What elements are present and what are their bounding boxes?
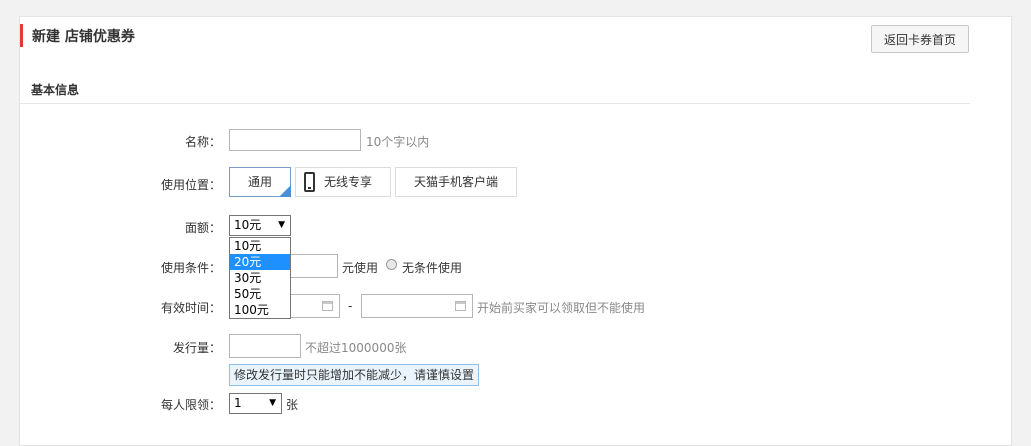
section-divider: [19, 103, 970, 104]
section-title: 基本信息: [31, 83, 80, 97]
quantity-hint-number: 1000000: [341, 341, 395, 355]
denomination-option-50[interactable]: 50元: [230, 286, 290, 302]
validity-hint: 开始前买家可以领取但不能使用: [477, 301, 646, 315]
calendar-icon[interactable]: [322, 301, 333, 311]
position-option-general-label: 通用: [247, 175, 272, 189]
quantity-hint: 不超过1000000张: [305, 339, 406, 356]
quantity-tip: 修改发行量时只能增加不能减少，请谨慎设置: [229, 364, 480, 386]
position-option-tmall-app[interactable]: 天猫手机客户端: [395, 167, 517, 197]
denomination-select[interactable]: 10元 ▼: [229, 215, 291, 236]
denomination-option-100[interactable]: 100元: [230, 302, 290, 318]
position-option-tmall-app-label: 天猫手机客户端: [413, 175, 498, 189]
limit-label: 每人限领：: [160, 398, 221, 412]
back-to-coupon-home-button[interactable]: 返回卡券首页: [871, 25, 969, 53]
name-hint: 10个字以内: [366, 135, 430, 149]
name-label: 名称：: [184, 135, 221, 149]
limit-unit: 张: [286, 398, 299, 412]
quantity-hint-suffix: 张: [394, 341, 407, 355]
no-condition-label: 无条件使用: [402, 261, 463, 275]
page-title: 新建 店铺优惠券: [32, 29, 135, 45]
title-accent-bar: [20, 24, 23, 47]
denomination-selected-value: 10元: [234, 218, 262, 232]
no-condition-radio[interactable]: [386, 259, 397, 270]
calendar-icon[interactable]: [455, 301, 466, 311]
condition-suffix: 元使用: [342, 261, 379, 275]
denomination-dropdown-list: 10元 20元 30元 50元 100元: [229, 237, 291, 319]
limit-select[interactable]: 1 ▼: [229, 393, 282, 414]
validity-label: 有效时间：: [160, 301, 221, 315]
dropdown-arrow-icon: ▼: [278, 220, 285, 230]
denomination-option-20[interactable]: 20元: [230, 254, 290, 270]
name-input[interactable]: [229, 129, 361, 151]
limit-selected-value: 1: [234, 396, 242, 410]
dropdown-arrow-icon: ▼: [269, 398, 276, 408]
denomination-option-30[interactable]: 30元: [230, 270, 290, 286]
denomination-option-10[interactable]: 10元: [230, 238, 290, 254]
condition-label: 使用条件：: [160, 261, 221, 275]
position-label: 使用位置：: [160, 178, 221, 192]
check-icon: [279, 184, 291, 197]
validity-separator: -: [348, 299, 353, 313]
quantity-label: 发行量：: [172, 341, 221, 355]
quantity-hint-prefix: 不超过: [305, 341, 342, 355]
quantity-input[interactable]: [229, 334, 301, 358]
phone-icon: [304, 172, 315, 192]
position-option-mobile-label: 无线专享: [324, 175, 373, 189]
condition-amount-input[interactable]: [289, 254, 338, 278]
denomination-label: 面额：: [184, 221, 221, 235]
position-option-general[interactable]: 通用: [229, 167, 291, 197]
